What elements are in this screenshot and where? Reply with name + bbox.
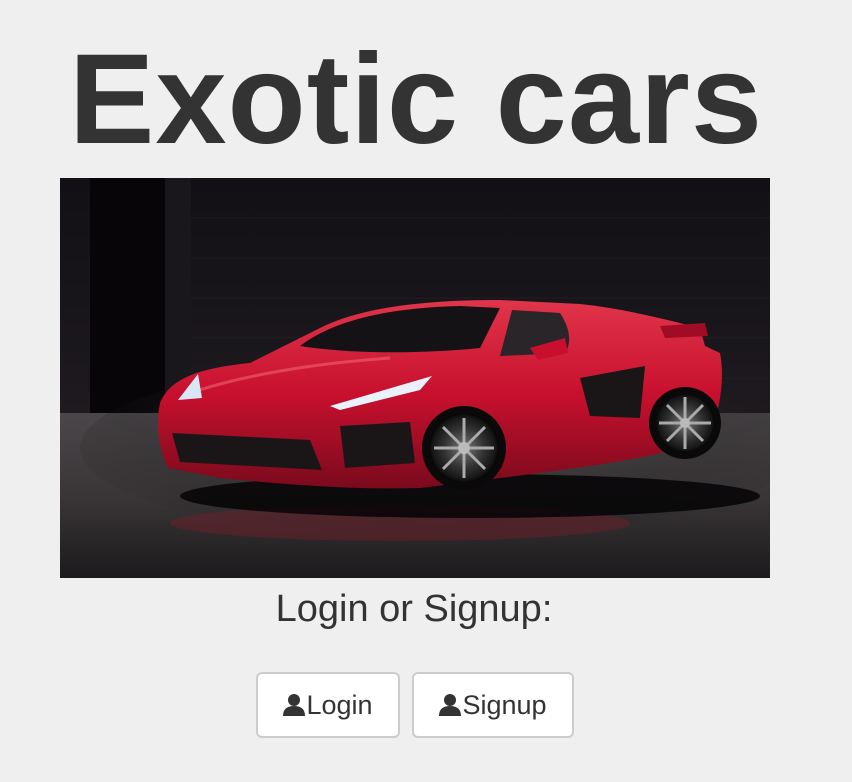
hero-image bbox=[60, 178, 770, 578]
user-icon bbox=[283, 693, 306, 717]
car-photo bbox=[60, 178, 770, 578]
auth-prompt: Login or Signup: bbox=[275, 588, 553, 630]
signup-button-label: Signup bbox=[462, 689, 547, 720]
login-button[interactable]: Login bbox=[256, 672, 400, 738]
page-title: Exotic cars bbox=[68, 28, 764, 171]
page: Exotic cars Login or Signup: Login Signu… bbox=[0, 0, 852, 782]
signup-button[interactable]: Signup bbox=[412, 672, 574, 738]
login-button-label: Login bbox=[306, 689, 373, 720]
user-icon bbox=[439, 693, 462, 717]
